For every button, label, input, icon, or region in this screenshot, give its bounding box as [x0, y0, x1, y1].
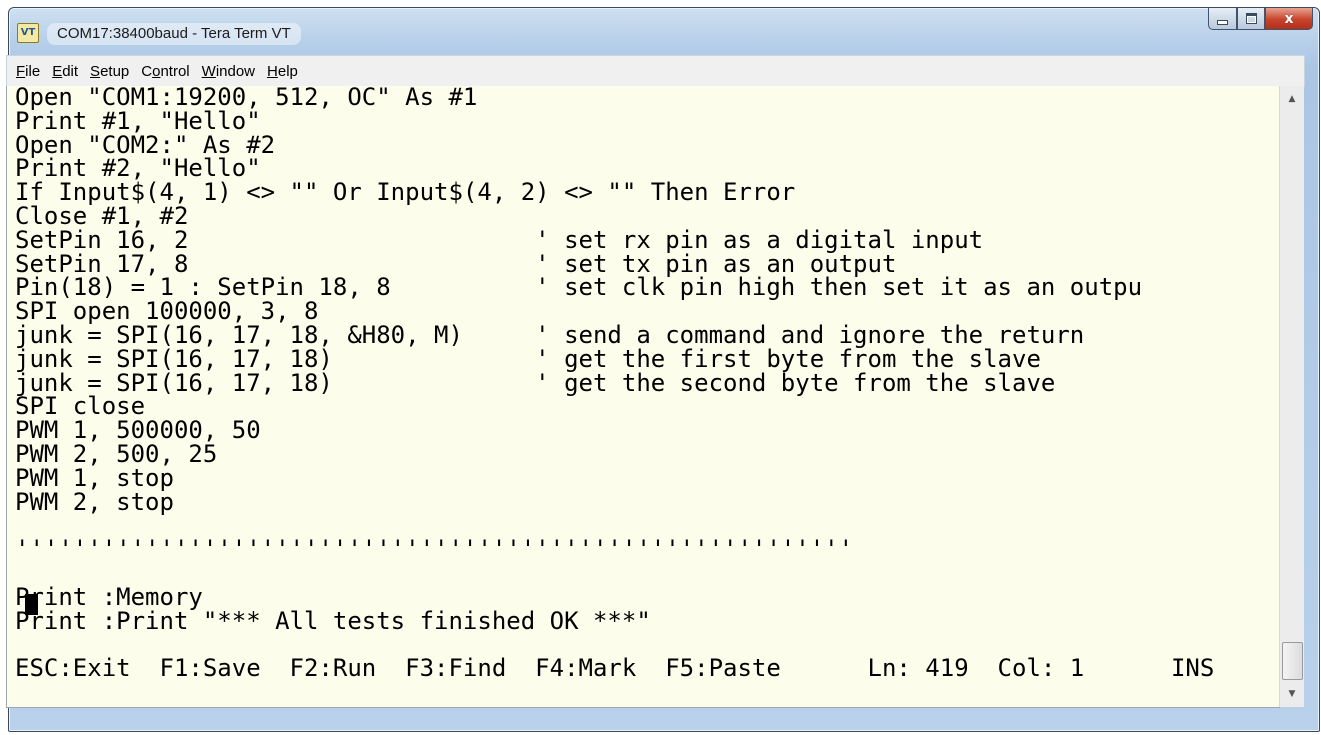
title-bar[interactable]: VT COM17:38400baud - Tera Term VT x	[9, 8, 1319, 60]
terminal-line: junk = SPI(16, 17, 18) ' get the second …	[15, 368, 1056, 397]
maximize-button[interactable]	[1237, 8, 1265, 30]
menu-window[interactable]: Window	[202, 62, 255, 82]
close-icon: x	[1284, 10, 1294, 27]
scroll-down-icon[interactable]: ▼	[1280, 683, 1304, 705]
vertical-scrollbar[interactable]: ▲ ▼	[1279, 86, 1304, 707]
minimize-icon	[1217, 19, 1228, 25]
terminal-line: Print :Print "*** All tests finished OK …	[15, 606, 651, 635]
tera-term-icon[interactable]: VT	[17, 23, 39, 43]
maximize-icon	[1245, 13, 1257, 24]
menu-help[interactable]: Help	[267, 62, 298, 82]
menu-file[interactable]: File	[16, 62, 40, 82]
window-title: COM17:38400baud - Tera Term VT	[47, 23, 301, 45]
terminal-line: ''''''''''''''''''''''''''''''''''''''''…	[15, 535, 854, 564]
menu-bar: File Edit Setup Control Window Help	[6, 55, 1305, 87]
menu-edit[interactable]: Edit	[52, 62, 78, 82]
minimize-button[interactable]	[1208, 8, 1237, 30]
close-button[interactable]: x	[1265, 8, 1313, 30]
scroll-up-icon[interactable]: ▲	[1280, 88, 1304, 110]
terminal-text: Open "COM1:19200, 512, OC" As #1 Print #…	[15, 86, 1214, 681]
menu-setup[interactable]: Setup	[90, 62, 129, 82]
menu-control[interactable]: Control	[141, 62, 189, 82]
editor-status-line: ESC:Exit F1:Save F2:Run F3:Find F4:Mark …	[15, 654, 1215, 683]
window-controls: x	[1208, 8, 1313, 30]
text-cursor	[25, 594, 38, 615]
terminal-screen[interactable]: Open "COM1:19200, 512, OC" As #1 Print #…	[6, 86, 1280, 708]
terminal-line: PWM 2, stop	[15, 487, 174, 516]
scrollbar-thumb[interactable]	[1282, 642, 1303, 680]
